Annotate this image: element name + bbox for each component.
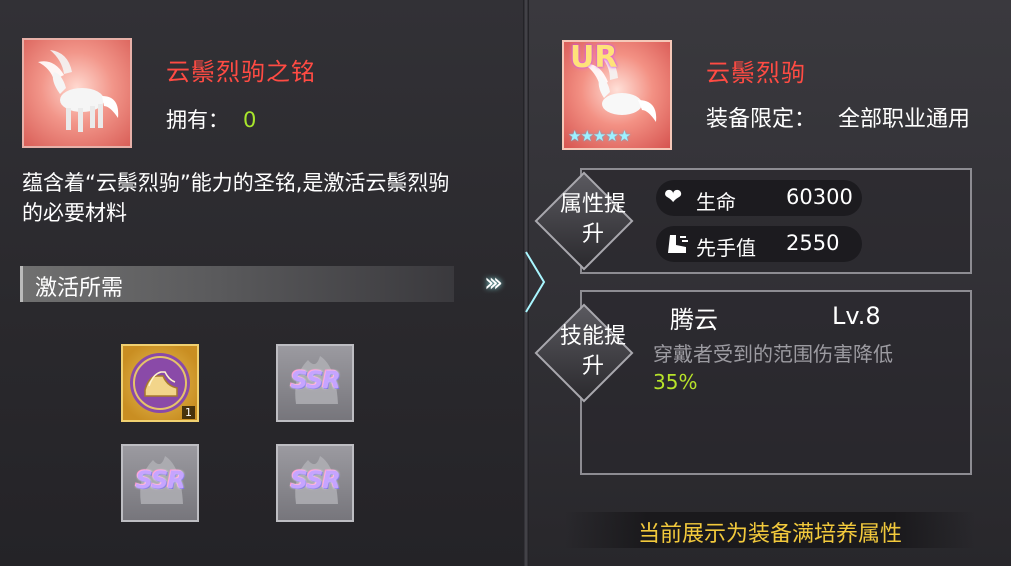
skill-percent: 35%: [653, 370, 698, 394]
item-title: 云鬃烈驹之铭: [166, 58, 316, 86]
equipment-title: 云鬃烈驹: [706, 59, 806, 87]
skill-section-title: 技能提升: [559, 324, 626, 379]
item-description: 蕴含着“云鬃烈驹”能力的圣铭,是激活云鬃烈驹的必要材料: [22, 171, 450, 225]
owned-value: 0: [243, 108, 257, 132]
heart-icon: ❤: [664, 185, 683, 210]
attribute-section-title: 属性提升: [559, 192, 626, 247]
skill-description: 穿戴者受到的范围伤害降低: [653, 342, 893, 366]
stat-name: 先手值: [696, 236, 756, 260]
transition-arrows-icon: ›››: [484, 268, 503, 298]
stat-value: 2550: [786, 231, 840, 255]
ssr-label: SSR: [135, 466, 185, 494]
material-slot-ssr[interactable]: SSR: [121, 444, 199, 522]
footer-note-bar: 当前展示为装备满培养属性: [565, 512, 975, 548]
rarity-badge: UR: [570, 40, 618, 75]
material-slot-boot[interactable]: 1: [121, 344, 199, 422]
material-count: 1: [182, 406, 195, 419]
equipment-detail-screen: 云鬃烈驹之铭 拥有： 0 蕴含着“云鬃烈驹”能力的圣铭,是激活云鬃烈驹的必要材料 …: [0, 0, 1011, 566]
footer-note: 当前展示为装备满培养属性: [637, 522, 902, 547]
stat-value: 60300: [786, 185, 853, 209]
equip-limit-row: 装备限定： 全部职业通用: [706, 101, 970, 133]
skill-box: [580, 290, 972, 475]
requirements-title: 激活所需: [35, 276, 124, 301]
left-panel: 云鬃烈驹之铭 拥有： 0 蕴含着“云鬃烈驹”能力的圣铭,是激活云鬃烈驹的必要材料 …: [0, 0, 527, 566]
divider-chevron: [525, 251, 546, 313]
stat-row: ❤ 生命 60300: [656, 180, 862, 216]
ssr-label: SSR: [290, 466, 340, 494]
skill-name: 腾云: [670, 306, 718, 334]
equip-limit-value: 全部职业通用: [838, 107, 971, 132]
equipment-icon-frame: UR ★★★★★: [562, 40, 672, 150]
item-icon-frame: [22, 38, 132, 148]
owned-label: 拥有：: [166, 108, 229, 132]
stat-row: 先手值 2550: [656, 226, 862, 262]
pegasus-icon: [38, 50, 119, 132]
requirements-header: 激活所需: [20, 266, 454, 302]
equip-limit-label: 装备限定：: [706, 107, 817, 132]
boot-icon: [664, 231, 690, 263]
owned-count-row: 拥有： 0: [166, 104, 256, 134]
material-slot-ssr[interactable]: SSR: [276, 444, 354, 522]
ssr-label: SSR: [290, 366, 340, 394]
material-slot-ssr[interactable]: SSR: [276, 344, 354, 422]
star-rating-icon: ★★★★★: [568, 127, 631, 145]
stat-name: 生命: [696, 190, 736, 214]
skill-level: Lv.8: [832, 302, 881, 330]
